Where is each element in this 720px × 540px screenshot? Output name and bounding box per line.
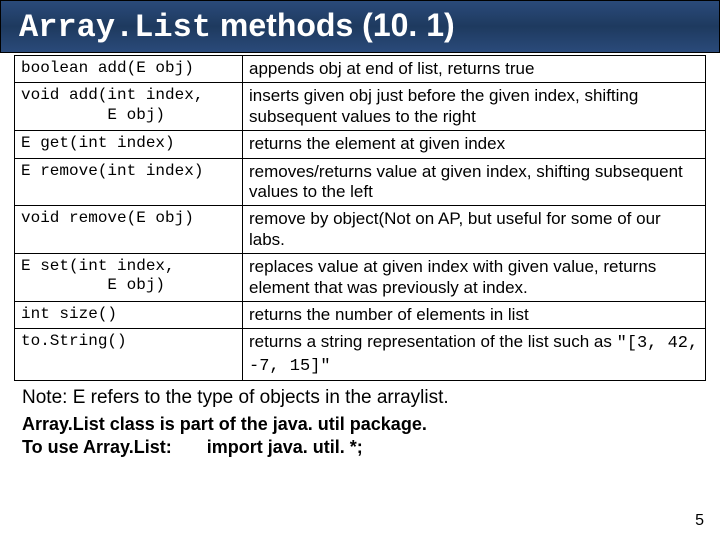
method-signature: boolean add(E obj) (15, 56, 243, 83)
method-description: returns the number of elements in list (243, 301, 706, 328)
title-class: Array.List (19, 9, 211, 46)
table-row: E remove(int index) removes/returns valu… (15, 158, 706, 206)
title-suffix: methods (10. 1) (211, 7, 455, 43)
footer-line1: Array.List class is part of the java. ut… (22, 413, 698, 436)
slide-title: Array.List methods (10. 1) (0, 0, 720, 53)
method-signature: to.String() (15, 329, 243, 381)
method-signature: E remove(int index) (15, 158, 243, 206)
table-row: void remove(E obj) remove by object(Not … (15, 206, 706, 254)
footer-text: Array.List class is part of the java. ut… (22, 413, 698, 458)
method-description: replaces value at given index with given… (243, 254, 706, 302)
method-description: returns the element at given index (243, 131, 706, 158)
method-description: appends obj at end of list, returns true (243, 56, 706, 83)
table-row: to.String() returns a string representat… (15, 329, 706, 381)
method-description: returns a string representation of the l… (243, 329, 706, 381)
desc-text: returns a string representation of the l… (249, 332, 617, 351)
method-signature: void add(int index, E obj) (15, 83, 243, 131)
method-signature: int size() (15, 301, 243, 328)
note-text: Note: E refers to the type of objects in… (22, 387, 698, 409)
table-row: void add(int index, E obj) inserts given… (15, 83, 706, 131)
table-row: int size() returns the number of element… (15, 301, 706, 328)
method-signature: E set(int index, E obj) (15, 254, 243, 302)
method-signature: E get(int index) (15, 131, 243, 158)
method-description: remove by object(Not on AP, but useful f… (243, 206, 706, 254)
methods-table: boolean add(E obj) appends obj at end of… (14, 55, 706, 381)
method-description: inserts given obj just before the given … (243, 83, 706, 131)
footer-line2: To use Array.List: import java. util. *; (22, 436, 698, 459)
method-signature: void remove(E obj) (15, 206, 243, 254)
table-row: boolean add(E obj) appends obj at end of… (15, 56, 706, 83)
table-row: E get(int index) returns the element at … (15, 131, 706, 158)
method-description: removes/returns value at given index, sh… (243, 158, 706, 206)
page-number: 5 (695, 512, 704, 530)
table-row: E set(int index, E obj) replaces value a… (15, 254, 706, 302)
